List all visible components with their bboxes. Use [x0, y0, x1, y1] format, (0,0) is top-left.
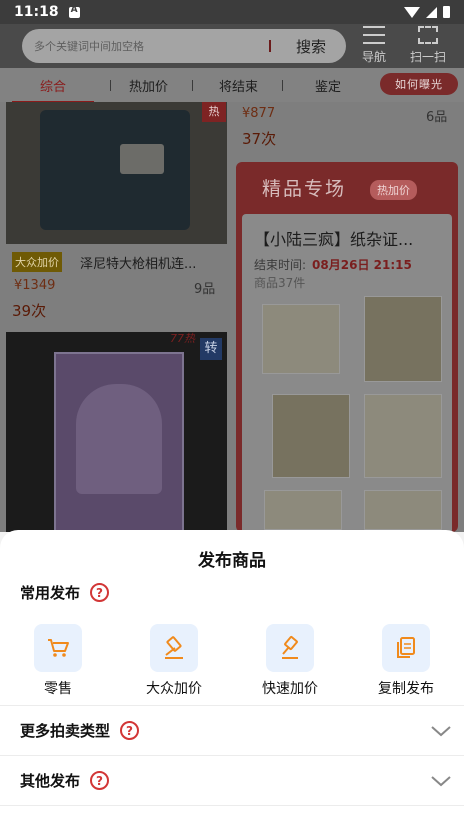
other-publish-row[interactable]: 其他发布 ?: [20, 770, 444, 791]
more-auction-types-row[interactable]: 更多拍卖类型 ?: [20, 720, 444, 741]
divider: [0, 755, 464, 756]
chevron-down-icon[interactable]: [430, 774, 452, 788]
publish-actions: 零售 大众加价 快速加价 复制发布: [0, 624, 464, 700]
public-bid-button[interactable]: 大众加价: [132, 624, 216, 698]
quick-gavel-icon: [266, 624, 314, 672]
common-publish-label: 常用发布: [20, 584, 81, 602]
retail-label: 零售: [44, 681, 72, 697]
help-icon[interactable]: ?: [90, 771, 110, 790]
copy-publish-label: 复制发布: [378, 681, 434, 697]
divider: [0, 705, 464, 706]
quick-bid-button[interactable]: 快速加价: [248, 624, 332, 698]
copy-icon: [382, 624, 430, 672]
divider: [0, 805, 464, 806]
common-publish-header: 常用发布 ?: [20, 582, 110, 603]
other-publish-label: 其他发布: [20, 772, 81, 790]
chevron-down-icon[interactable]: [430, 724, 452, 738]
copy-publish-button[interactable]: 复制发布: [364, 624, 448, 698]
sheet-title: 发布商品: [198, 551, 266, 571]
cart-icon: [34, 624, 82, 672]
retail-button[interactable]: 零售: [16, 624, 100, 698]
gavel-icon: [150, 624, 198, 672]
quick-bid-label: 快速加价: [262, 681, 318, 697]
help-icon[interactable]: ?: [90, 583, 110, 602]
help-icon[interactable]: ?: [120, 721, 140, 740]
publish-sheet: 发布商品 常用发布 ? 零售 大众加价 快速加价 复制发布 更多拍卖类型 ? 其…: [0, 530, 464, 824]
more-auction-types-label: 更多拍卖类型: [20, 722, 111, 740]
public-bid-label: 大众加价: [146, 681, 202, 697]
